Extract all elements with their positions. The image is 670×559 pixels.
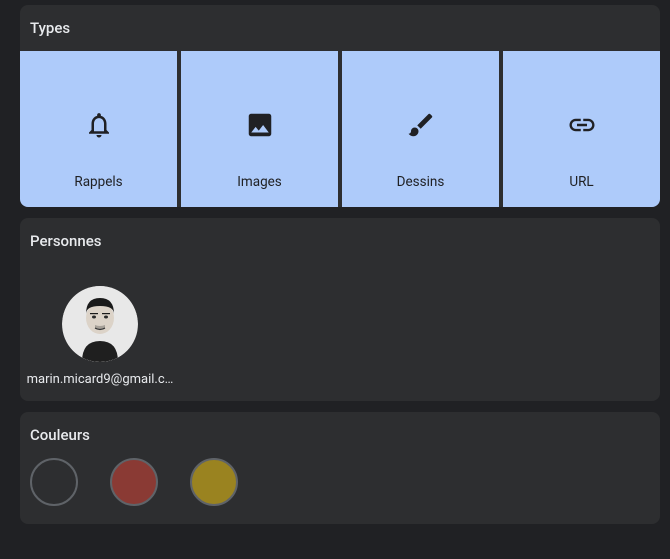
color-swatch-red[interactable] bbox=[110, 458, 158, 506]
person-email: marin.micard9@gmail.c… bbox=[27, 372, 174, 387]
people-list: marin.micard9@gmail.c… bbox=[20, 264, 660, 401]
image-icon bbox=[245, 110, 275, 140]
type-label: Dessins bbox=[397, 174, 445, 190]
avatar bbox=[62, 286, 138, 362]
people-title: Personnes bbox=[20, 218, 660, 264]
bell-icon bbox=[84, 110, 114, 140]
types-panel: Types Rappels Images Dessins URL bbox=[20, 5, 660, 207]
types-grid: Rappels Images Dessins URL bbox=[20, 51, 660, 207]
type-label: URL bbox=[569, 174, 593, 190]
person-item[interactable]: marin.micard9@gmail.c… bbox=[22, 264, 178, 387]
colors-title: Couleurs bbox=[20, 412, 660, 458]
type-label: Rappels bbox=[74, 174, 122, 190]
type-tile-dessins[interactable]: Dessins bbox=[342, 51, 499, 207]
type-label: Images bbox=[237, 174, 282, 190]
type-tile-url[interactable]: URL bbox=[503, 51, 660, 207]
people-panel: Personnes bbox=[20, 218, 660, 401]
color-swatch-olive[interactable] bbox=[190, 458, 238, 506]
type-tile-rappels[interactable]: Rappels bbox=[20, 51, 177, 207]
type-tile-images[interactable]: Images bbox=[181, 51, 338, 207]
types-title: Types bbox=[20, 5, 660, 51]
link-icon bbox=[567, 110, 597, 140]
colors-panel: Couleurs bbox=[20, 412, 660, 524]
brush-icon bbox=[406, 110, 436, 140]
color-swatch-dark[interactable] bbox=[30, 458, 78, 506]
colors-list bbox=[20, 458, 660, 524]
